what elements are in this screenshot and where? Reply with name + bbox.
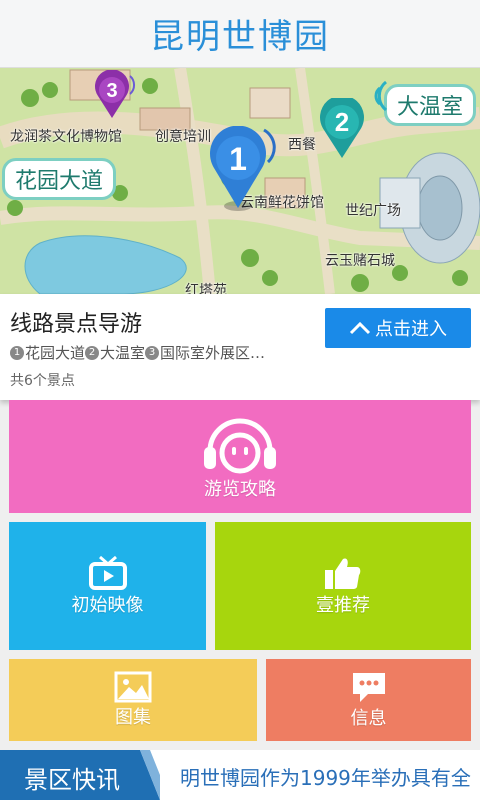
news-label: 景区快讯 (0, 750, 160, 800)
chevron-up-icon (349, 321, 371, 335)
tile-info[interactable]: 信息 (266, 659, 471, 741)
tile-guide-label: 游览攻略 (204, 478, 276, 500)
pin-2-number: 2 (335, 107, 349, 137)
map-label-stone-city[interactable]: 云玉赌石城 (325, 250, 395, 270)
callout-greenhouse[interactable]: 大温室 (384, 84, 477, 126)
image-icon (114, 671, 152, 703)
map-label-western-restaurant[interactable]: 西餐 (288, 134, 316, 154)
map-label-tea-museum[interactable]: 龙润茶文化博物馆 (10, 126, 122, 146)
page-title: 昆明世博园 (150, 17, 330, 57)
news-label-text: 景区快讯 (24, 766, 120, 794)
tile-gallery[interactable]: 图集 (9, 659, 257, 741)
signal-icon (374, 80, 388, 112)
tile-guide[interactable]: 游览攻略 (9, 400, 471, 513)
map-label-century-square[interactable]: 世纪广场 (345, 200, 401, 220)
chat-icon (352, 673, 385, 702)
app-header: 昆明世博园 (0, 0, 480, 68)
map-pin-1[interactable]: 1 (206, 126, 276, 216)
enter-button-label: 点击进入 (375, 319, 447, 340)
pin-3-number: 3 (106, 80, 117, 102)
route-stop: 大温室 (100, 344, 146, 362)
tile-info-label: 信息 (350, 708, 387, 729)
stop-number-badge: 1 (10, 345, 24, 360)
news-ticker[interactable]: 明世博园作为1999年举办具有全 (180, 762, 471, 791)
news-bar[interactable]: 景区快讯 明世博园作为1999年举办具有全 (0, 750, 480, 800)
tile-recommend-label: 壹推荐 (316, 595, 370, 616)
tile-video[interactable]: 初始映像 (9, 522, 206, 650)
stop-number-badge: 2 (85, 345, 100, 360)
map-label-training[interactable]: 创意培训 (155, 126, 211, 146)
headphones-icon (204, 418, 276, 473)
route-title: 线路景点导游 (10, 312, 143, 337)
route-stop: 花园大道 (25, 344, 86, 362)
route-stop: 国际室外展区… (160, 344, 266, 362)
map-pin-3[interactable]: 3 (92, 70, 136, 122)
tile-video-label: 初始映像 (71, 595, 144, 616)
tile-recommend[interactable]: 壹推荐 (215, 522, 471, 650)
thumbs-up-icon (325, 558, 361, 589)
callout-garden-avenue[interactable]: 花园大道 (2, 158, 117, 200)
tile-gallery-label: 图集 (115, 707, 151, 728)
route-stops: 1 花园大道 2 大温室 3 国际室外展区… (10, 342, 265, 363)
stop-count: 共6个景点 (10, 373, 75, 389)
map-label-red-tower[interactable]: 红塔苑 (185, 280, 227, 294)
route-info-panel: 线路景点导游 点击进入 1 花园大道 2 大温室 3 国际室外展区… 共6个景点 (0, 294, 480, 400)
park-map[interactable]: 龙润茶文化博物馆 创意培训 西餐 云南鲜花饼馆 世纪广场 云玉赌石城 红塔苑 花… (0, 68, 480, 294)
pin-1-number: 1 (229, 141, 247, 177)
tv-icon (88, 555, 127, 590)
stop-number-badge: 3 (145, 345, 160, 360)
enter-button[interactable]: 点击进入 (325, 308, 471, 348)
